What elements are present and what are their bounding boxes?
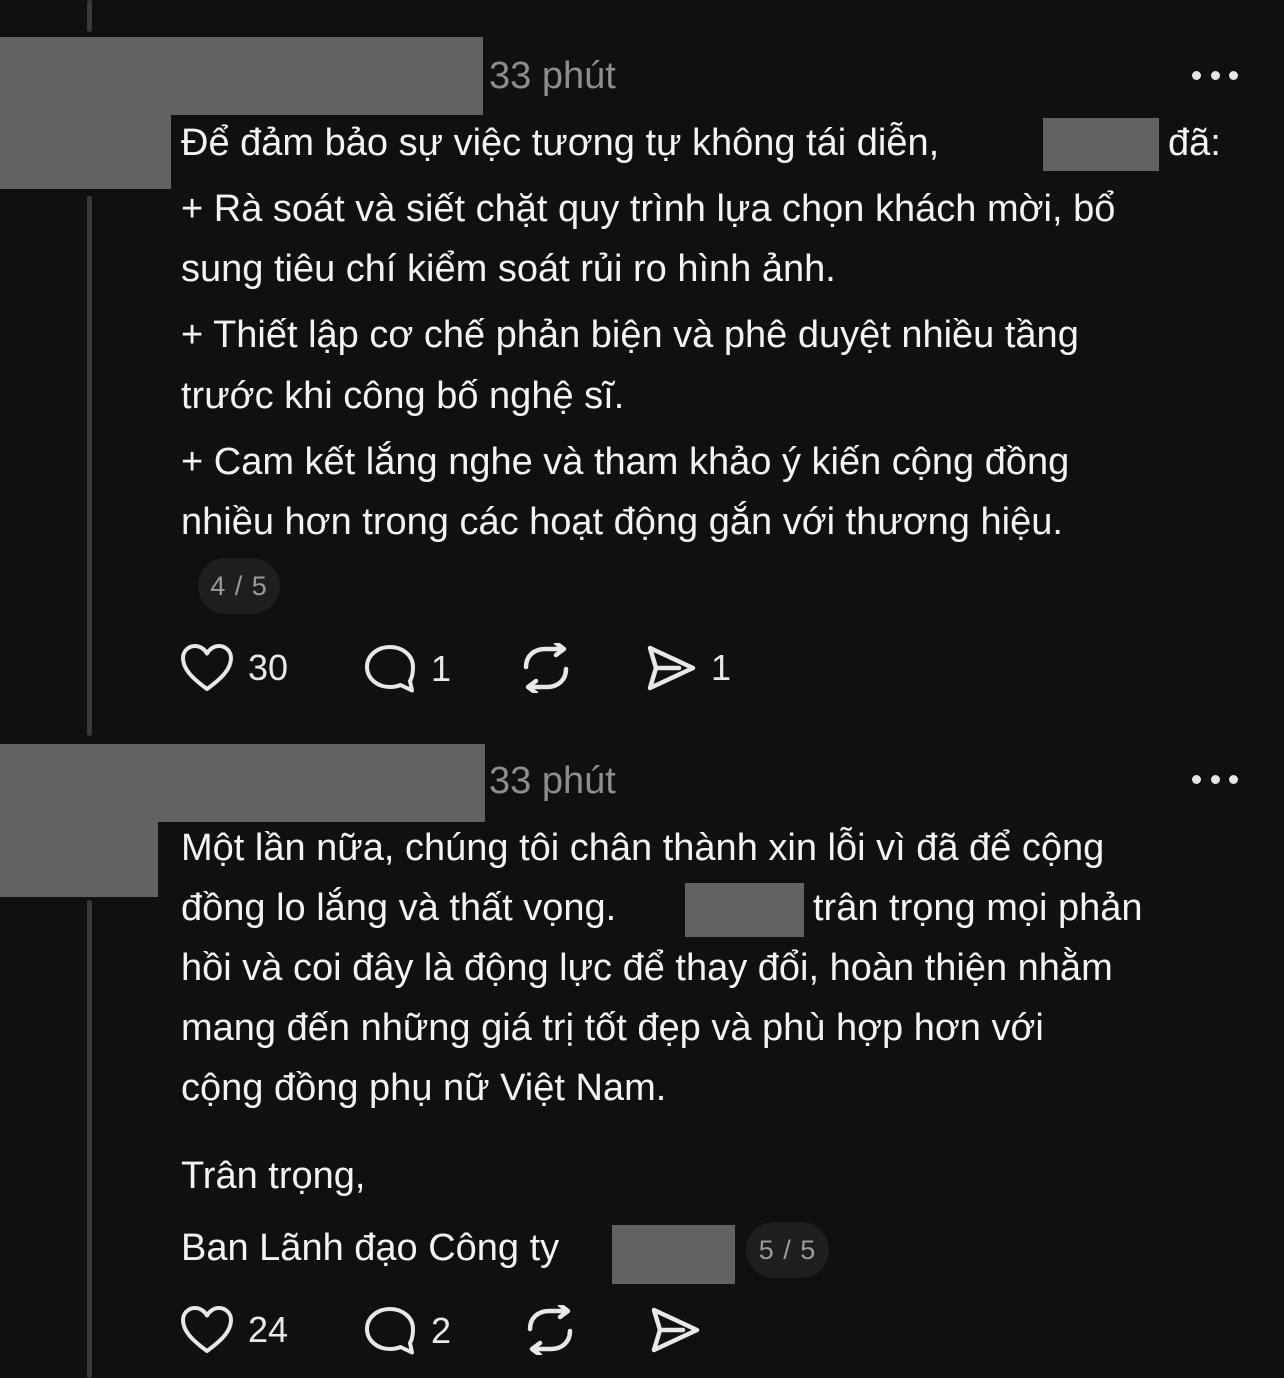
heart-icon xyxy=(181,644,233,691)
post-line: mang đến những giá trị tốt đẹp và phù hợ… xyxy=(181,1007,1044,1049)
reply-button[interactable]: 2 xyxy=(363,1305,451,1357)
redacted-brand-name xyxy=(1043,118,1159,171)
repost-button[interactable] xyxy=(519,643,587,693)
thread-line-post-2 xyxy=(87,900,92,1378)
post-text: trân trọng mọi phản xyxy=(813,887,1143,929)
redacted-author-name xyxy=(0,37,483,115)
more-horizontal-icon xyxy=(1192,774,1201,784)
post-line: đồng lo lắng và thất vọng. xyxy=(181,889,616,927)
redacted-avatar xyxy=(0,115,171,189)
post-text: đã: xyxy=(1168,122,1221,164)
post-line: Trân trọng, xyxy=(181,1155,366,1197)
redacted-brand-name xyxy=(685,883,804,937)
like-button[interactable]: 24 xyxy=(180,1305,288,1355)
post-line: + Cam kết lắng nghe và tham khảo ý kiến … xyxy=(181,441,1070,483)
post-line: Để đảm bảo sự việc tương tự không tái di… xyxy=(181,124,939,162)
more-dot xyxy=(1210,774,1220,784)
post-text: Để đảm bảo sự việc tương tự không tái di… xyxy=(181,122,940,164)
reply-button[interactable]: 1 xyxy=(363,643,451,695)
more-dot xyxy=(1210,70,1220,80)
speech-bubble-icon xyxy=(365,1307,415,1355)
like-count: 30 xyxy=(248,647,289,688)
speech-bubble-icon xyxy=(365,645,415,693)
post-line: + Rà soát và siết chặt quy trình lựa chọ… xyxy=(181,188,1116,230)
post-line: đã: xyxy=(1168,124,1221,162)
thread-line-top xyxy=(87,0,92,32)
share-button[interactable]: 1 xyxy=(645,643,731,693)
more-dot xyxy=(1229,774,1238,784)
redacted-avatar xyxy=(0,822,158,897)
more-options-button[interactable] xyxy=(1192,773,1238,785)
post-line: Một lần nữa, chúng tôi chân thành xin lỗ… xyxy=(181,827,1105,869)
repost-icon xyxy=(527,1305,573,1355)
post-text: đồng lo lắng và thất vọng. xyxy=(181,887,617,929)
repost-icon xyxy=(523,643,569,693)
post-line: nhiều hơn trong các hoạt động gắn với th… xyxy=(181,501,1063,543)
send-icon xyxy=(651,1307,700,1353)
more-horizontal-icon xyxy=(1192,70,1201,80)
repost-button[interactable] xyxy=(523,1305,591,1355)
post-line: Ban Lãnh đạo Công ty xyxy=(181,1227,560,1269)
post-line: trân trọng mọi phản xyxy=(813,889,1143,927)
post-line: sung tiêu chí kiểm soát rủi ro hình ảnh. xyxy=(181,248,836,290)
like-button[interactable]: 30 xyxy=(180,643,288,693)
post-line: cộng đồng phụ nữ Việt Nam. xyxy=(181,1067,667,1109)
page-indicator: 5 / 5 xyxy=(746,1222,829,1278)
share-button[interactable] xyxy=(649,1305,715,1355)
share-count: 1 xyxy=(711,647,732,688)
post-line: trước khi công bố nghệ sĩ. xyxy=(181,375,625,417)
post-line: hồi và coi đây là động lực để thay đổi, … xyxy=(181,947,1113,989)
post-timestamp: 33 phút xyxy=(489,760,616,802)
page-indicator: 4 / 5 xyxy=(198,558,280,614)
thread-line-post-1 xyxy=(87,196,92,736)
post-timestamp: 33 phút xyxy=(489,55,616,97)
redacted-author-name xyxy=(0,744,485,822)
post-line: + Thiết lập cơ chế phản biện và phê duyệ… xyxy=(181,314,1079,356)
reply-count: 2 xyxy=(431,1310,452,1351)
more-dot xyxy=(1229,70,1238,80)
send-icon xyxy=(647,645,696,691)
redacted-company-name xyxy=(612,1225,735,1284)
like-count: 24 xyxy=(248,1309,289,1350)
heart-icon xyxy=(181,1306,233,1353)
reply-count: 1 xyxy=(431,648,452,689)
more-options-button[interactable] xyxy=(1192,69,1238,81)
